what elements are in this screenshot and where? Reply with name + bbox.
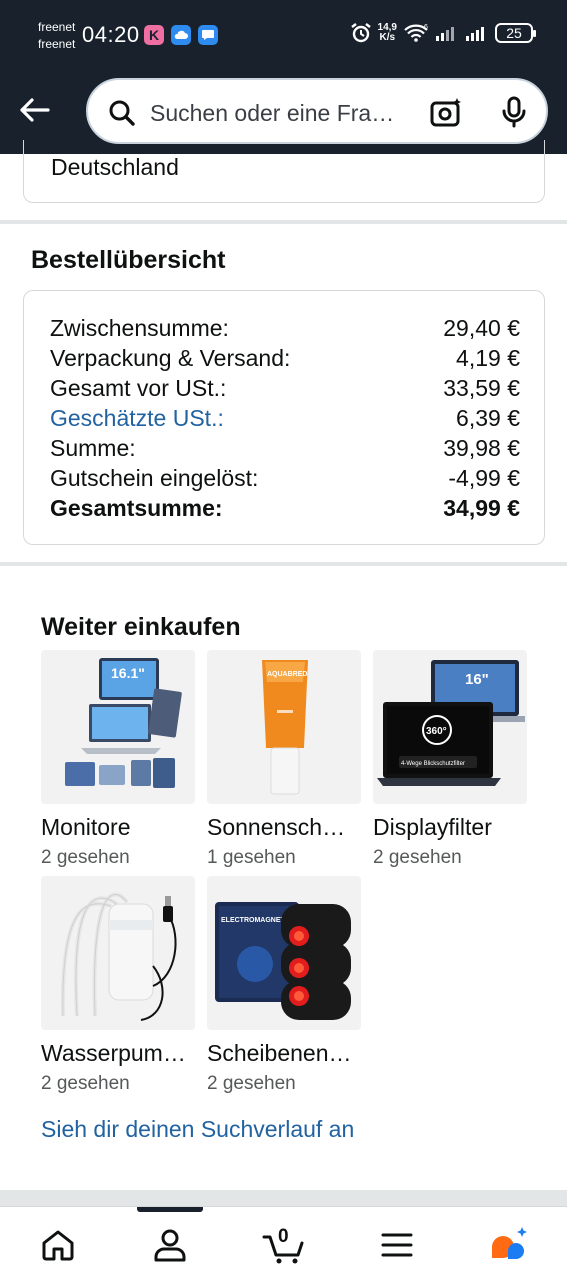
product-image xyxy=(41,876,195,1030)
network-speed-unit: K/s xyxy=(379,32,396,43)
keep-shopping-tile-displayfilter[interactable]: 16" 360° 4-Wege Blickschutzfilter Displa… xyxy=(373,650,527,869)
product-image: ELECTROMAGNETIC xyxy=(207,876,361,1030)
product-image: 16" 360° 4-Wege Blickschutzfilter xyxy=(373,650,527,804)
status-icons: 14,9 K/s 6 25 xyxy=(350,22,536,44)
network-speed: 14,9 K/s xyxy=(378,23,397,43)
tile-title: Displayfilter xyxy=(373,814,492,840)
summary-row-tax: Geschätzte USt.: 6,39 € xyxy=(50,403,520,433)
keep-shopping-tile-waterpump[interactable]: Wasserpum… 2 gesehen xyxy=(41,876,195,1095)
nav-cart[interactable]: 0 xyxy=(262,1225,308,1265)
summary-value: 29,40 € xyxy=(443,314,520,341)
active-tab-indicator xyxy=(137,1207,203,1212)
summary-label: Gutschein eingelöst: xyxy=(50,464,259,491)
search-icon xyxy=(109,100,135,126)
nav-account[interactable] xyxy=(150,1225,190,1265)
summary-row-pretax: Gesamt vor USt.: 33,59 € xyxy=(50,373,520,403)
tile-seen-count: 2 gesehen xyxy=(207,1073,296,1094)
summary-row-grand-total: Gesamtsumme: 34,99 € xyxy=(50,493,520,523)
keep-shopping-tile-monitore[interactable]: 16.1" Monitore 2 gesehen xyxy=(41,650,195,869)
summary-row-sum: Summe: 39,98 € xyxy=(50,433,520,463)
tile-title: Monitore xyxy=(41,814,131,840)
product-image: 16.1" xyxy=(41,650,195,804)
summary-value: -4,99 € xyxy=(448,464,520,491)
search-bar[interactable]: Suchen oder eine Fra… xyxy=(86,78,548,144)
keep-shopping-tile-sunscreen[interactable]: AQUABRED Sonnensch… 1 gesehen xyxy=(207,650,361,869)
estimated-tax-link[interactable]: Geschätzte USt.: xyxy=(50,405,224,432)
back-button[interactable] xyxy=(16,92,52,128)
tile-title: Sonnensch… xyxy=(207,814,346,840)
carrier-label: freenet xyxy=(38,37,76,51)
keep-shopping-tile-deicer[interactable]: ELECTROMAGNETIC Scheibenen… 2 gesehen xyxy=(207,876,361,1095)
clock: 04:20 xyxy=(82,22,140,47)
carrier-label: freenet xyxy=(38,20,76,34)
summary-row-shipping: Verpackung & Versand: 4,19 € xyxy=(50,343,520,373)
summary-row-subtotal: Zwischensumme: 29,40 € xyxy=(50,313,520,343)
summary-label: Summe: xyxy=(50,434,136,461)
address-country: Deutschland xyxy=(51,154,179,180)
k-app-notification-icon: K xyxy=(144,25,164,45)
wifi-icon: 6 xyxy=(404,24,428,42)
tile-title: Wasserpum… xyxy=(41,1040,186,1066)
search-history-link[interactable]: Sieh dir deinen Suchverlauf an xyxy=(41,1116,354,1143)
summary-label: Verpackung & Versand: xyxy=(50,344,291,371)
summary-value: 4,19 € xyxy=(456,344,520,371)
shipping-address-card: Deutschland xyxy=(23,140,545,203)
sunscreen-brand-label: AQUABRED xyxy=(267,671,307,678)
order-summary-title: Bestellübersicht xyxy=(31,246,226,274)
signal-icon xyxy=(436,27,454,41)
home-icon xyxy=(42,1230,74,1261)
filter-caption-label: 4-Wege Blickschutzfilter xyxy=(401,761,465,767)
section-divider xyxy=(0,562,567,566)
tile-seen-count: 1 gesehen xyxy=(207,847,296,868)
cart-count-badge: 0 xyxy=(278,1226,289,1247)
summary-label: Gesamt vor USt.: xyxy=(50,374,227,401)
bottom-divider xyxy=(0,1190,567,1206)
filter-angle-label: 360° xyxy=(426,726,447,737)
summary-label: Gesamtsumme: xyxy=(50,494,223,521)
summary-value: 6,39 € xyxy=(456,404,520,431)
section-divider xyxy=(0,220,567,224)
search-input[interactable]: Suchen oder eine Fra… xyxy=(150,100,412,127)
cloud-notification-icon xyxy=(171,25,191,45)
tile-seen-count: 2 gesehen xyxy=(41,1073,130,1094)
tile-seen-count: 2 gesehen xyxy=(41,847,130,868)
back-arrow-icon xyxy=(20,98,50,122)
order-summary-card: Zwischensumme: 29,40 € Verpackung & Vers… xyxy=(23,290,545,545)
battery-indicator: 25 xyxy=(495,23,536,43)
summary-label: Zwischensumme: xyxy=(50,314,229,341)
keep-shopping-title: Weiter einkaufen xyxy=(41,613,241,641)
status-bar: freenet freenet 04:20 K 14,9 K/s 6 25 xyxy=(0,0,567,66)
camera-search-icon[interactable] xyxy=(430,96,464,128)
nav-menu[interactable] xyxy=(377,1225,417,1265)
message-notification-icon xyxy=(198,25,218,45)
tile-title: Scheibenen… xyxy=(207,1040,352,1066)
summary-value: 33,59 € xyxy=(443,374,520,401)
nav-rufus[interactable] xyxy=(488,1225,528,1265)
product-image: AQUABRED xyxy=(207,650,361,804)
signal-icon xyxy=(466,27,484,41)
person-icon xyxy=(154,1229,186,1262)
rufus-assistant-icon xyxy=(492,1227,527,1259)
tile-seen-count: 2 gesehen xyxy=(373,847,462,868)
nav-home[interactable] xyxy=(38,1225,78,1265)
microphone-icon[interactable] xyxy=(500,96,528,128)
wifi-badge: 6 xyxy=(424,24,428,31)
bottom-navigation: 0 xyxy=(0,1206,567,1280)
monitor-size-label: 16.1" xyxy=(111,665,145,681)
summary-row-coupon: Gutschein eingelöst: -4,99 € xyxy=(50,463,520,493)
summary-value: 34,99 € xyxy=(443,494,520,521)
summary-value: 39,98 € xyxy=(443,434,520,461)
filter-size-label: 16" xyxy=(465,671,489,688)
alarm-icon xyxy=(350,23,371,43)
hamburger-menu-icon xyxy=(381,1233,413,1257)
